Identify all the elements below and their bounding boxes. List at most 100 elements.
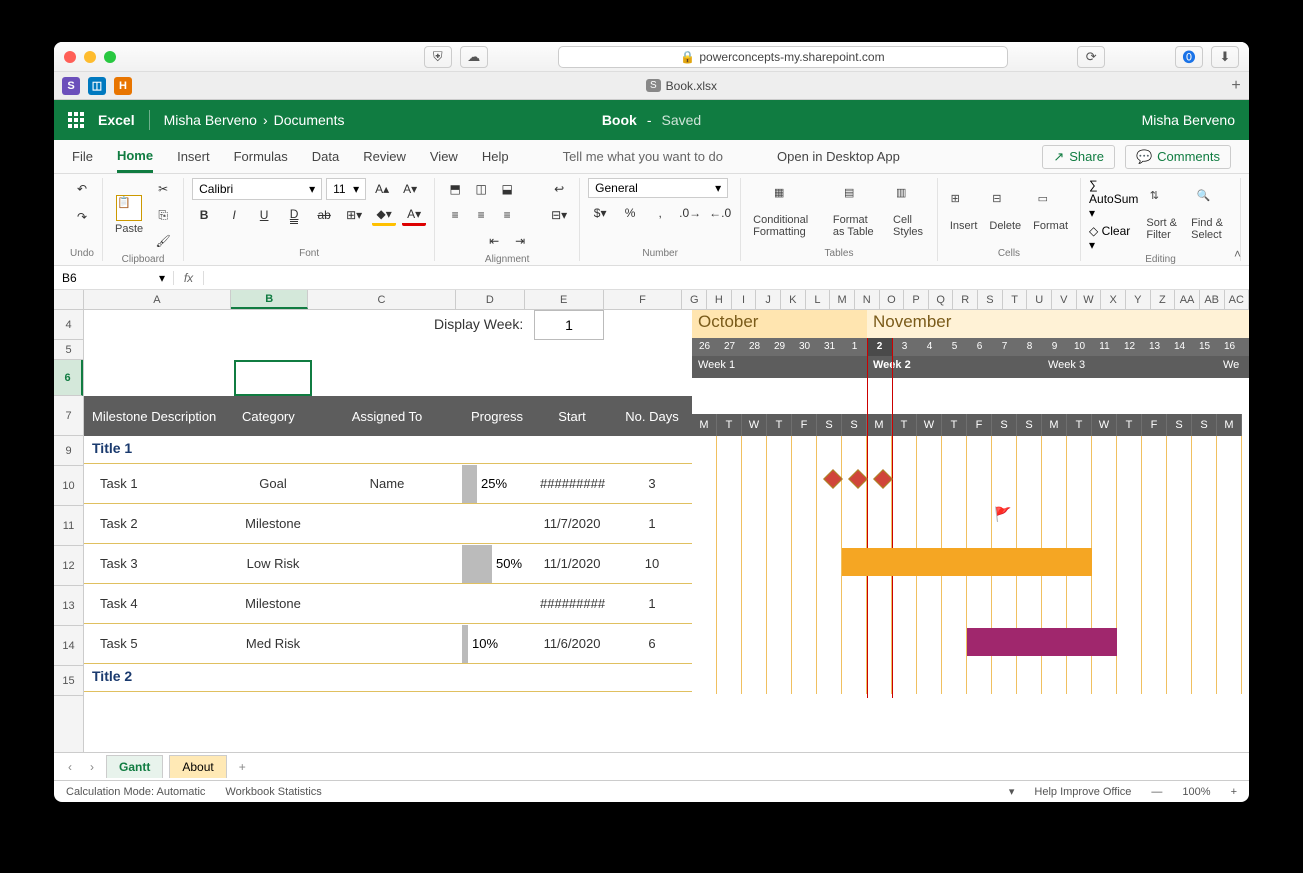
task-row[interactable]: Task 4 Milestone ######### 1 (84, 584, 692, 624)
inc-decimal[interactable]: .0→ (678, 202, 702, 224)
fmt-table-button[interactable]: ▤Format as Table (829, 184, 885, 240)
col-P[interactable]: P (904, 290, 929, 309)
indent-inc[interactable]: ⇥ (508, 230, 532, 252)
col-O[interactable]: O (880, 290, 905, 309)
task-row[interactable]: Task 1 Goal Name 25% ######### 3 (84, 464, 692, 504)
wrap-text[interactable]: ↩ (547, 178, 571, 200)
tab-view[interactable]: View (430, 149, 458, 164)
workbook-stats[interactable]: Workbook Statistics (225, 786, 321, 798)
sheet-next[interactable]: › (84, 760, 100, 774)
row-10[interactable]: 10 (54, 466, 83, 506)
col-AA[interactable]: AA (1175, 290, 1200, 309)
autosum-button[interactable]: ∑ AutoSum ▾ (1089, 178, 1138, 220)
download-icon[interactable]: ⬇ (1211, 46, 1239, 68)
row-5[interactable]: 5 (54, 340, 83, 360)
maximize-window[interactable] (104, 51, 116, 63)
cond-fmt-button[interactable]: ▦Conditional Formatting (749, 184, 825, 240)
align-mid[interactable]: ◫ (469, 178, 493, 200)
cloud-icon[interactable]: ☁ (460, 46, 488, 68)
font-select[interactable]: Calibri▾ (192, 178, 322, 200)
col-K[interactable]: K (781, 290, 806, 309)
currency-button[interactable]: $▾ (588, 202, 612, 224)
tab-home[interactable]: Home (117, 140, 153, 173)
zoom-out[interactable]: — (1151, 786, 1162, 798)
percent-button[interactable]: % (618, 202, 642, 224)
tab-formulas[interactable]: Formulas (234, 149, 288, 164)
tab-help[interactable]: Help (482, 149, 509, 164)
align-top[interactable]: ⬒ (443, 178, 467, 200)
col-AC[interactable]: AC (1225, 290, 1250, 309)
align-bot[interactable]: ⬓ (495, 178, 519, 200)
col-I[interactable]: I (732, 290, 757, 309)
col-G[interactable]: G (682, 290, 707, 309)
name-box[interactable]: B6▾ (54, 271, 174, 285)
underline-button[interactable]: U (252, 204, 276, 226)
zoom-level[interactable]: 100% (1182, 786, 1210, 798)
pinned-tab-2[interactable]: ◫ (88, 77, 106, 95)
cut-button[interactable]: ✂ (151, 178, 175, 200)
undo-button[interactable]: ↶ (70, 178, 94, 200)
bold-button[interactable]: B (192, 204, 216, 226)
col-M[interactable]: M (830, 290, 855, 309)
sheet-prev[interactable]: ‹ (62, 760, 78, 774)
row-6[interactable]: 6 (54, 360, 83, 396)
fx-icon[interactable]: fx (174, 271, 204, 285)
row-4[interactable]: 4 (54, 310, 83, 340)
tab-data[interactable]: Data (312, 149, 339, 164)
col-F[interactable]: F (604, 290, 683, 309)
grow-font[interactable]: A▴ (370, 178, 394, 200)
comments-button[interactable]: 💬Comments (1125, 145, 1231, 169)
doc-title[interactable]: Book (602, 112, 637, 128)
italic-button[interactable]: I (222, 204, 246, 226)
collapse-ribbon[interactable]: ˄ (1234, 247, 1241, 261)
task-row[interactable]: Task 5 Med Risk 10% 11/6/2020 6 (84, 624, 692, 664)
selected-cell[interactable] (234, 360, 312, 396)
pinned-tab-1[interactable]: S (62, 77, 80, 95)
delete-cells-button[interactable]: ⊟Delete (985, 190, 1025, 234)
tab-review[interactable]: Review (363, 149, 406, 164)
user-menu[interactable]: Misha Berveno (1142, 112, 1235, 128)
col-Q[interactable]: Q (929, 290, 954, 309)
open-desktop[interactable]: Open in Desktop App (777, 149, 900, 164)
format-painter[interactable]: 🖌 (151, 230, 175, 252)
zoom-in[interactable]: + (1231, 786, 1237, 798)
row-7[interactable]: 7 (54, 396, 83, 436)
select-all[interactable] (54, 290, 84, 309)
col-E[interactable]: E (525, 290, 604, 309)
copy-button[interactable]: ⎘ (151, 204, 175, 226)
app-launcher[interactable] (68, 112, 84, 128)
shrink-font[interactable]: A▾ (398, 178, 422, 200)
comma-button[interactable]: , (648, 202, 672, 224)
col-H[interactable]: H (707, 290, 732, 309)
shield-icon[interactable]: ⛨ (424, 46, 452, 68)
col-R[interactable]: R (953, 290, 978, 309)
format-cells-button[interactable]: ▭Format (1029, 190, 1072, 234)
row-13[interactable]: 13 (54, 586, 83, 626)
col-D[interactable]: D (456, 290, 525, 309)
tell-me[interactable]: Tell me what you want to do (563, 149, 723, 164)
col-V[interactable]: V (1052, 290, 1077, 309)
paste-button[interactable]: 📋Paste (111, 193, 147, 237)
reload-icon[interactable]: ⟳ (1077, 46, 1105, 68)
help-improve[interactable]: Help Improve Office (1034, 786, 1131, 798)
col-T[interactable]: T (1003, 290, 1028, 309)
indent-dec[interactable]: ⇤ (482, 230, 506, 252)
col-L[interactable]: L (806, 290, 831, 309)
minimize-window[interactable] (84, 51, 96, 63)
close-window[interactable] (64, 51, 76, 63)
row-9[interactable]: 9 (54, 436, 83, 466)
sort-filter-button[interactable]: ⇅Sort & Filter (1142, 187, 1183, 243)
pinned-tab-3[interactable]: H (114, 77, 132, 95)
fill-color[interactable]: ◆▾ (372, 204, 396, 226)
col-Z[interactable]: Z (1151, 290, 1176, 309)
row-11[interactable]: 11 (54, 506, 83, 546)
browser-url[interactable]: 🔒 powerconcepts-my.sharepoint.com (558, 46, 1008, 68)
title-1[interactable]: Title 1 (84, 436, 692, 464)
merge-button[interactable]: ⊟▾ (547, 204, 571, 226)
share-button[interactable]: ↗Share (1042, 145, 1115, 169)
tab-insert[interactable]: Insert (177, 149, 210, 164)
browser-tab-active[interactable]: S Book.xlsx (140, 79, 1223, 93)
title-2[interactable]: Title 2 (84, 664, 692, 692)
align-left[interactable]: ≡ (443, 204, 467, 226)
cell-styles-button[interactable]: ▥Cell Styles (889, 184, 929, 240)
